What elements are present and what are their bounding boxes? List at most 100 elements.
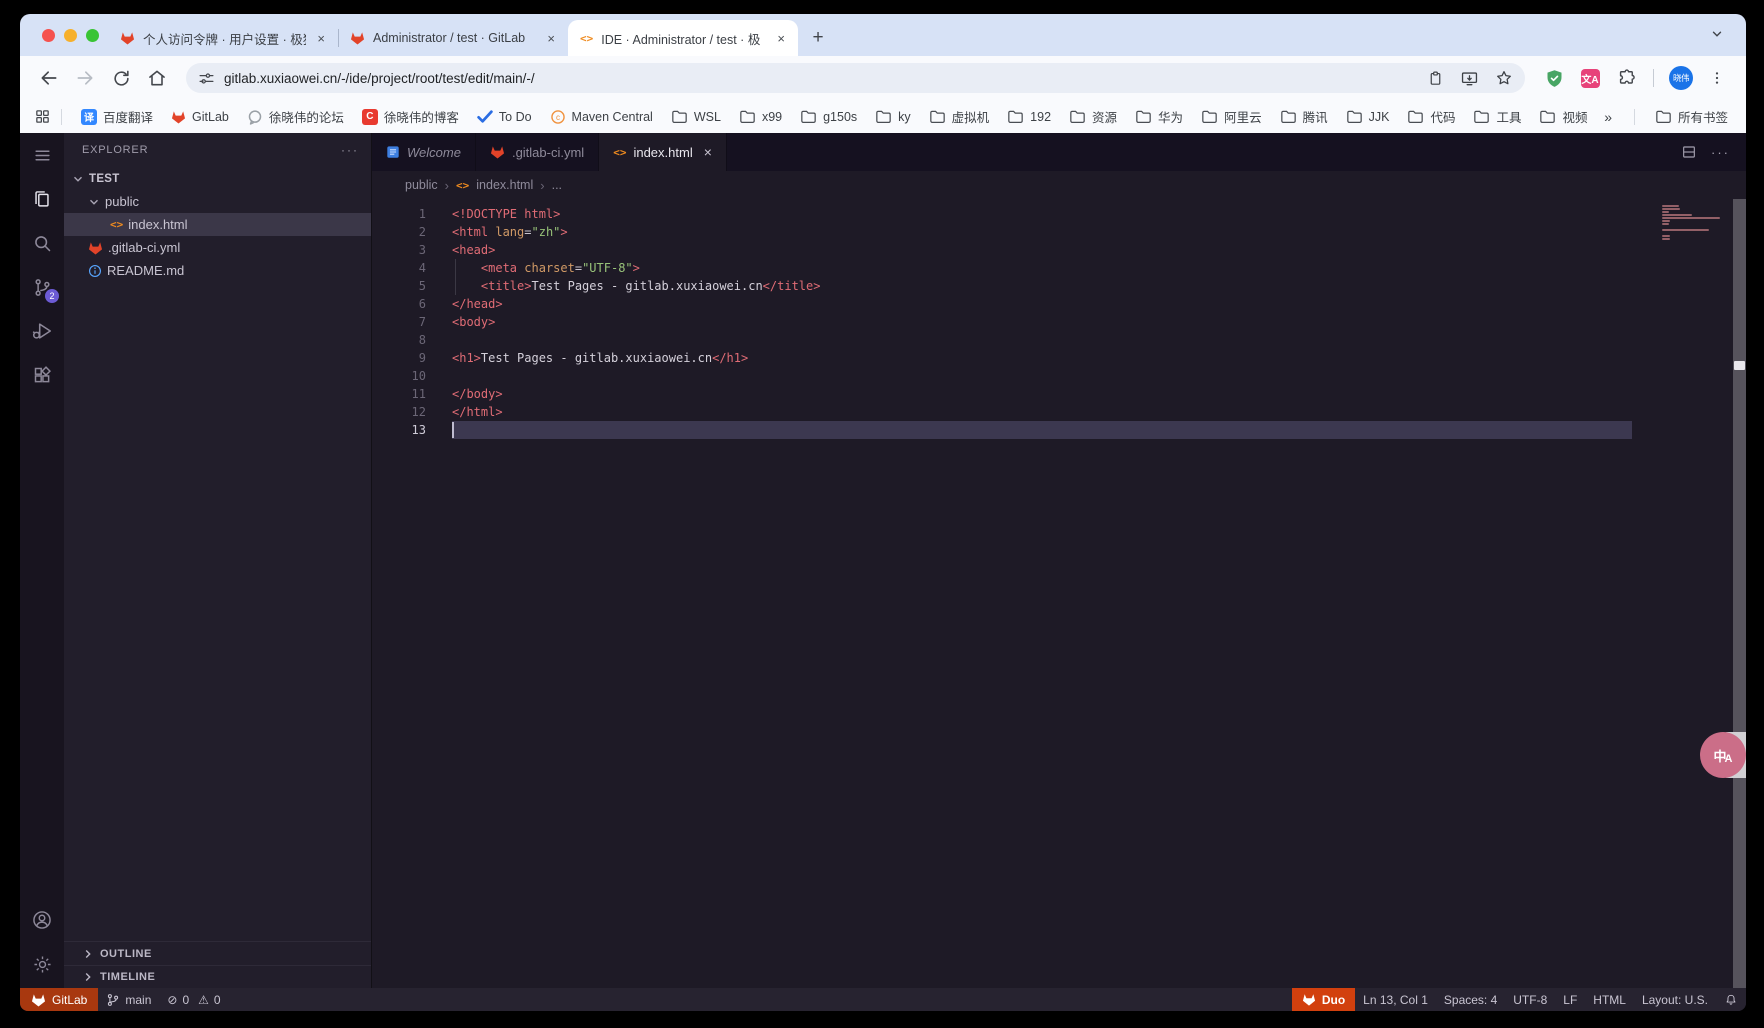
browser-tab[interactable]: 个人访问令牌 · 用户设置 · 极狐× xyxy=(108,20,338,56)
forward-icon[interactable] xyxy=(70,63,100,93)
adblock-shield-icon[interactable] xyxy=(1539,68,1569,89)
bookmark-item[interactable]: 工具 xyxy=(1464,107,1530,126)
close-tab-icon[interactable]: × xyxy=(704,144,712,160)
tree-item-public[interactable]: public xyxy=(64,190,371,213)
code-line[interactable]: 13 xyxy=(372,421,1746,439)
bookmark-item[interactable]: 虚拟机 xyxy=(920,107,999,126)
browser-tab[interactable]: Administrator / test · GitLab× xyxy=(338,20,568,56)
close-tab-icon[interactable]: × xyxy=(774,31,788,46)
problems-indicator[interactable]: ⊘ 0 ⚠ 0 xyxy=(159,988,228,1011)
search-icon[interactable] xyxy=(30,231,54,255)
bookmark-item[interactable]: 腾讯 xyxy=(1271,107,1337,126)
new-tab-button[interactable]: + xyxy=(804,24,832,52)
bookmark-item[interactable]: 视频 xyxy=(1530,107,1592,126)
code-line[interactable]: 7<body> xyxy=(372,313,1746,331)
breadcrumb-item[interactable]: public xyxy=(405,178,438,192)
avatar[interactable]: 晓伟 xyxy=(1666,66,1696,90)
bookmark-item[interactable]: 阿里云 xyxy=(1192,107,1271,126)
bookmarks-overflow-chevron[interactable]: » xyxy=(1592,109,1624,125)
tree-item--gitlab-ci-yml[interactable]: .gitlab-ci.yml xyxy=(64,236,371,259)
translate-extension-icon[interactable]: 文A xyxy=(1575,69,1605,88)
tree-item-readme-md[interactable]: README.md xyxy=(64,259,371,282)
bookmark-item[interactable]: ky xyxy=(866,109,920,124)
bookmark-item[interactable]: 代码 xyxy=(1398,107,1464,126)
keyboard-layout[interactable]: Layout: U.S. xyxy=(1634,988,1716,1011)
url-text[interactable]: gitlab.xuxiaowei.cn/-/ide/project/root/t… xyxy=(224,71,1411,86)
bookmark-item[interactable]: g150s xyxy=(791,109,866,124)
code-line[interactable]: 3<head> xyxy=(372,241,1746,259)
bookmark-item[interactable]: 192 xyxy=(998,109,1060,124)
bookmark-item[interactable]: GitLab xyxy=(162,110,238,124)
bookmark-item[interactable]: 资源 xyxy=(1060,107,1126,126)
run-debug-icon[interactable] xyxy=(30,319,54,343)
browser-menu-icon[interactable] xyxy=(1702,70,1732,86)
explorer-icon[interactable] xyxy=(30,187,54,211)
panel-timeline[interactable]: TIMELINE xyxy=(64,965,371,988)
code-line[interactable]: 8 xyxy=(372,331,1746,349)
cursor-position[interactable]: Ln 13, Col 1 xyxy=(1355,988,1436,1011)
back-icon[interactable] xyxy=(34,63,64,93)
split-editor-icon[interactable] xyxy=(1681,144,1697,160)
tree-item-index-html[interactable]: <>index.html xyxy=(64,213,371,236)
code-line[interactable]: 2<html lang="zh"> xyxy=(372,223,1746,241)
site-settings-icon[interactable] xyxy=(198,70,215,87)
code-line[interactable]: 11</body> xyxy=(372,385,1746,403)
bookmark-item[interactable]: To Do xyxy=(468,110,541,124)
tree-item-test[interactable]: TEST xyxy=(64,167,371,190)
bookmark-item[interactable]: 译百度翻译 xyxy=(72,107,162,126)
code-line[interactable]: 5 <title>Test Pages - gitlab.xuxiaowei.c… xyxy=(372,277,1746,295)
bookmark-item[interactable]: 徐晓伟的论坛 xyxy=(238,107,353,126)
apps-grid-icon[interactable] xyxy=(34,108,51,125)
all-bookmarks-button[interactable]: 所有书签 xyxy=(1645,107,1732,126)
encoding-setting[interactable]: UTF-8 xyxy=(1505,988,1555,1011)
source-control-icon[interactable]: 2 xyxy=(30,275,54,299)
bookmark-item[interactable]: C徐晓伟的博客 xyxy=(353,107,468,126)
minimize-window-button[interactable] xyxy=(64,29,77,42)
editor-tab-index-html[interactable]: <>index.html× xyxy=(599,133,727,171)
notifications-bell-icon[interactable] xyxy=(1716,988,1746,1011)
zoom-window-button[interactable] xyxy=(86,29,99,42)
reload-icon[interactable] xyxy=(106,63,136,93)
home-icon[interactable] xyxy=(142,63,172,93)
language-mode[interactable]: HTML xyxy=(1585,988,1634,1011)
bookmark-item[interactable]: x99 xyxy=(730,109,791,124)
editor-more-icon[interactable]: ··· xyxy=(1711,145,1730,160)
breadcrumb-item[interactable]: index.html xyxy=(476,178,533,192)
menu-hamburger-icon[interactable] xyxy=(30,143,54,167)
indentation-setting[interactable]: Spaces: 4 xyxy=(1436,988,1505,1011)
panel-outline[interactable]: OUTLINE xyxy=(64,942,371,965)
bookmark-item[interactable]: cMaven Central xyxy=(541,109,662,125)
install-app-icon[interactable] xyxy=(1460,70,1479,87)
browser-tab[interactable]: <>IDE · Administrator / test · 极× xyxy=(568,20,798,56)
bookmark-star-icon[interactable] xyxy=(1495,69,1513,87)
bookmark-item[interactable]: 华为 xyxy=(1126,107,1192,126)
code-line[interactable]: 12</html> xyxy=(372,403,1746,421)
code-line[interactable]: 6</head> xyxy=(372,295,1746,313)
ime-translate-icon[interactable]: 中A xyxy=(1700,732,1746,778)
minimap[interactable] xyxy=(1662,205,1724,244)
bookmark-item[interactable]: JJK xyxy=(1337,109,1399,124)
code-line[interactable]: 1<!DOCTYPE html> xyxy=(372,205,1746,223)
code-line[interactable]: 9<h1>Test Pages - gitlab.xuxiaowei.cn</h… xyxy=(372,349,1746,367)
account-icon[interactable] xyxy=(30,908,54,932)
editor-tab-welcome[interactable]: Welcome xyxy=(372,133,476,171)
eol-setting[interactable]: LF xyxy=(1555,988,1585,1011)
code-editor[interactable]: 1<!DOCTYPE html>2<html lang="zh">3<head>… xyxy=(372,199,1746,988)
code-line[interactable]: 10 xyxy=(372,367,1746,385)
breadcrumb[interactable]: public › <> index.html › ... xyxy=(372,171,1746,199)
clipboard-icon[interactable] xyxy=(1427,70,1444,87)
breadcrumb-item[interactable]: ... xyxy=(552,178,562,192)
scrollbar-thumb[interactable] xyxy=(1734,361,1745,370)
branch-indicator[interactable]: main xyxy=(98,988,159,1011)
editor-scrollbar[interactable] xyxy=(1733,199,1746,988)
tab-search-chevron-icon[interactable] xyxy=(1710,27,1724,41)
gitlab-status-button[interactable]: GitLab xyxy=(20,988,98,1011)
duo-button[interactable]: Duo xyxy=(1292,988,1355,1011)
bookmark-item[interactable]: WSL xyxy=(662,109,730,124)
close-tab-icon[interactable]: × xyxy=(544,31,558,46)
ime-float-button[interactable]: 中A xyxy=(1700,732,1746,778)
extensions-puzzle-icon[interactable] xyxy=(1611,68,1641,88)
extensions-icon[interactable] xyxy=(30,363,54,387)
explorer-more-icon[interactable]: ··· xyxy=(341,143,359,157)
settings-gear-icon[interactable] xyxy=(30,952,54,976)
